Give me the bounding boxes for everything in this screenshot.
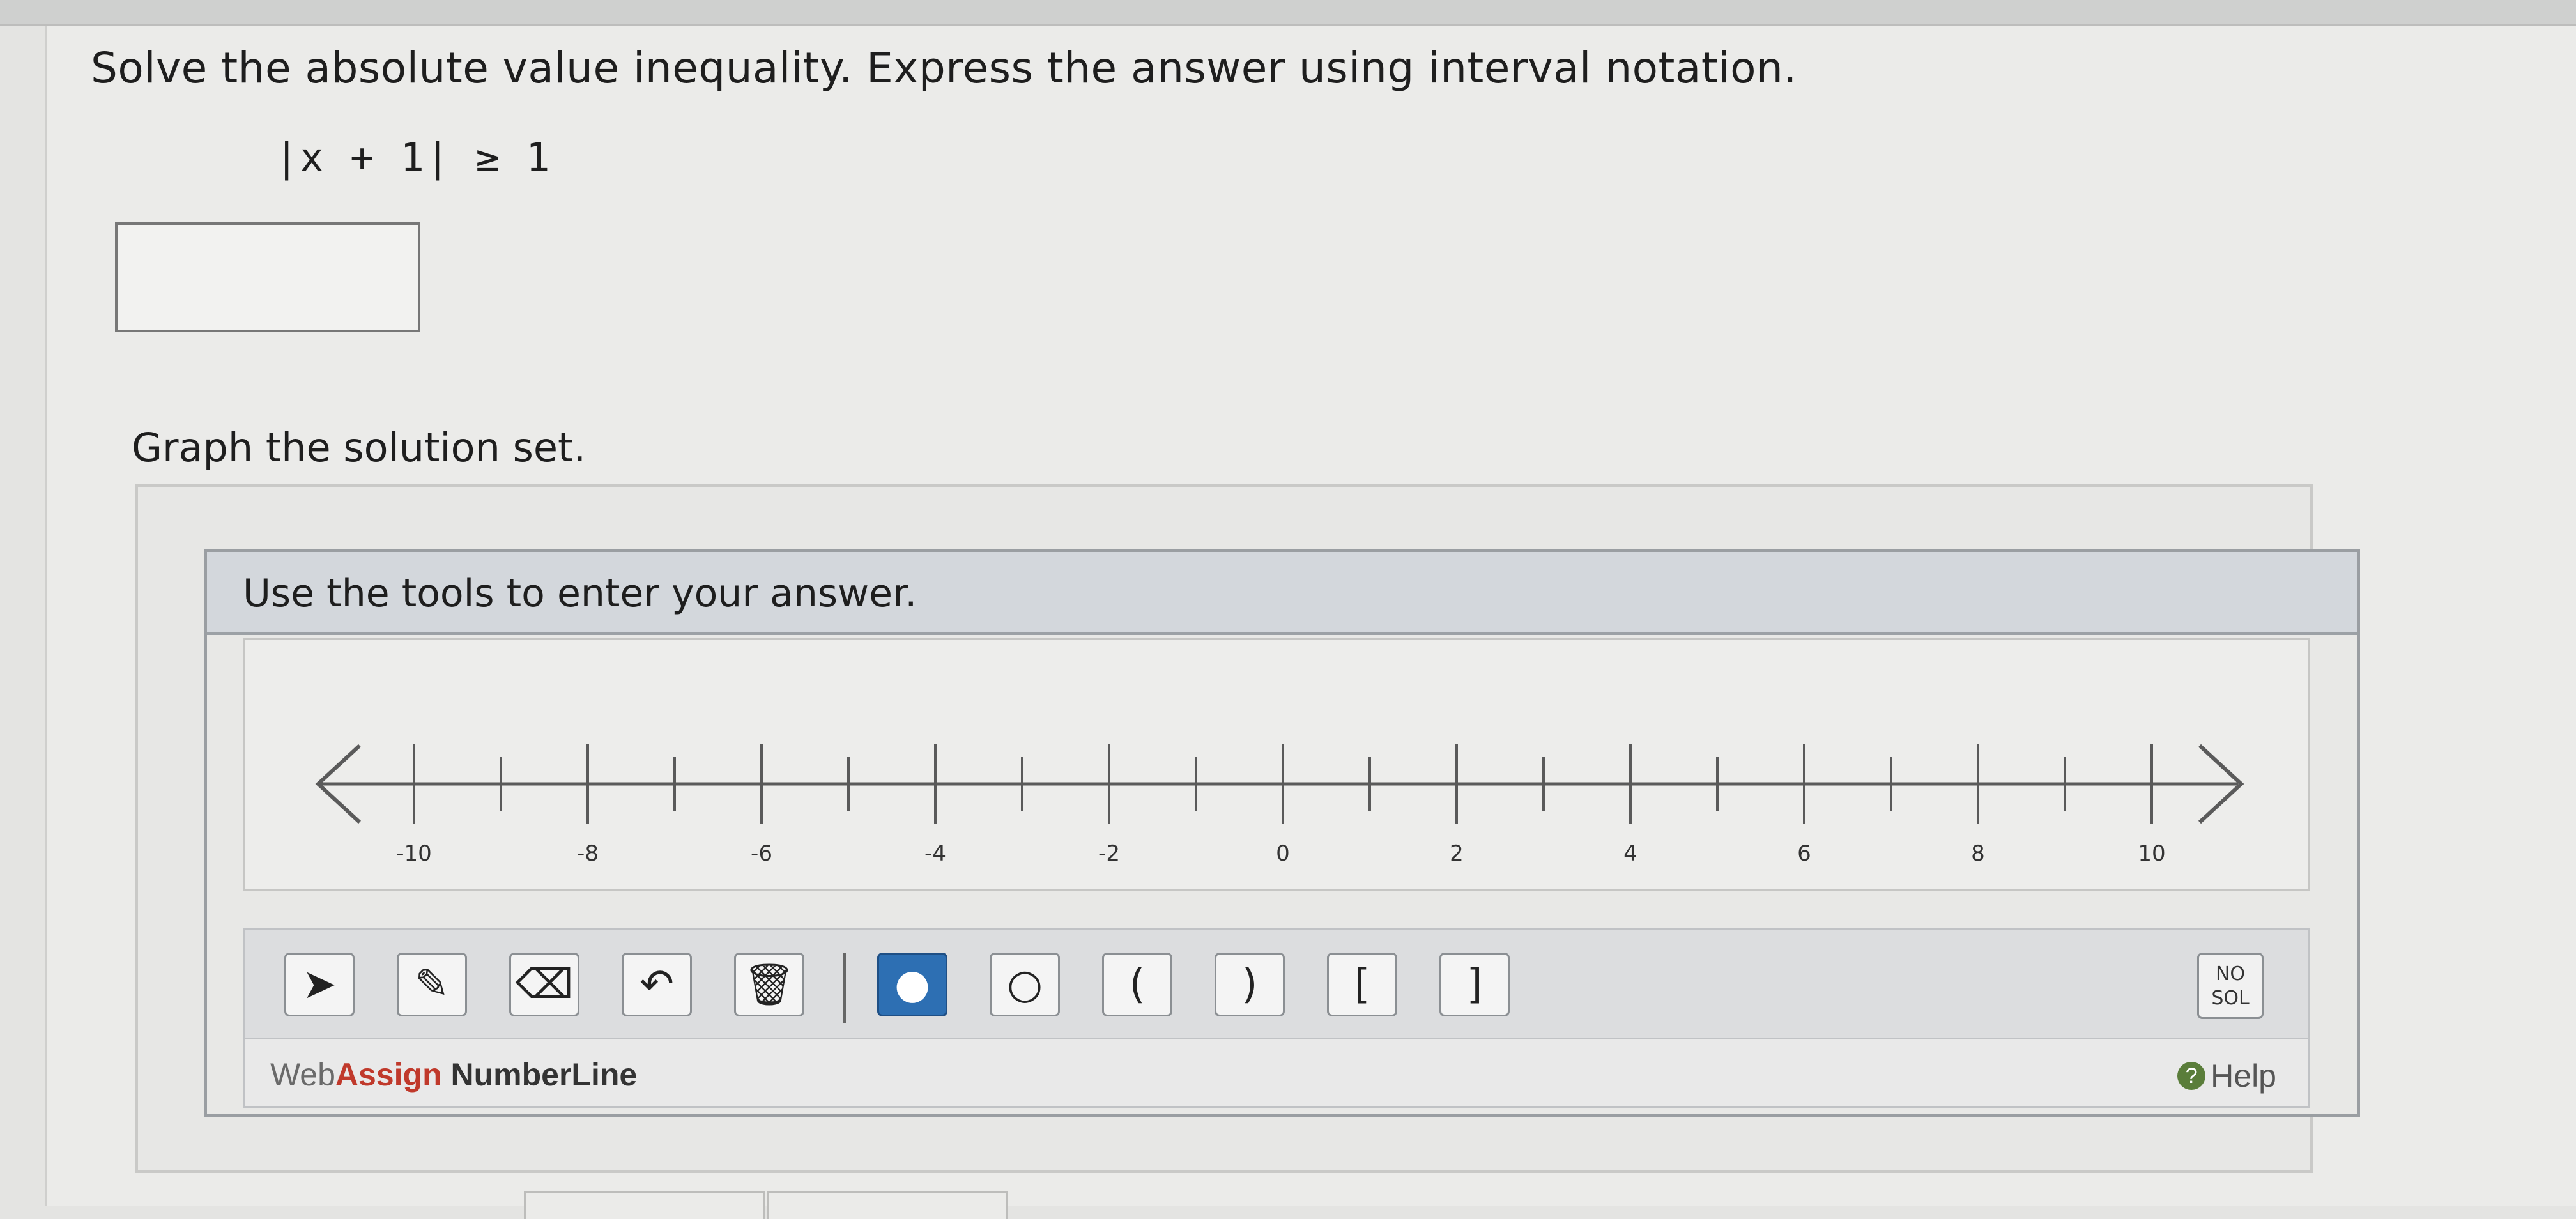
numberline-widget: Use the tools to enter your answer. -10-… — [204, 549, 2360, 1117]
open-circle-icon: ○ — [1007, 961, 1043, 1008]
tick-label: 2 — [1450, 841, 1464, 866]
pencil-icon: ✎ — [415, 961, 449, 1008]
inequality-expression: |x + 1| ≥ 1 — [275, 134, 551, 181]
open-left-paren-tool-button[interactable]: ( — [1102, 953, 1172, 1016]
tick-label: -10 — [396, 841, 432, 866]
undo-icon: ↶ — [640, 961, 674, 1008]
graph-instruction: Graph the solution set. — [132, 424, 586, 471]
browser-top-strip — [0, 0, 2576, 26]
no-solution-label-line2: SOL — [2211, 987, 2250, 1009]
no-solution-button[interactable]: NO SOL — [2197, 953, 2264, 1019]
select-tool-button[interactable]: ➤ — [284, 953, 355, 1016]
webassign-numberline-logo: WebAssign NumberLine — [270, 1057, 638, 1092]
right-bracket-icon: ] — [1466, 961, 1483, 1008]
interval-answer-input[interactable] — [115, 222, 420, 332]
closed-right-bracket-tool-button[interactable]: ] — [1439, 953, 1510, 1016]
closed-left-bracket-tool-button[interactable]: [ — [1327, 953, 1397, 1016]
left-bracket-icon: [ — [1354, 961, 1370, 1008]
bottom-button-right[interactable] — [767, 1191, 1008, 1219]
bottom-button-left[interactable] — [524, 1191, 765, 1219]
tick-label: -8 — [577, 841, 599, 866]
eraser-icon: ⌫ — [515, 961, 574, 1008]
help-icon: ? — [2177, 1062, 2206, 1090]
tick-label: 6 — [1797, 841, 1811, 866]
closed-point-tool-button[interactable]: ● — [877, 953, 947, 1016]
tick-label: -6 — [751, 841, 772, 866]
left-paren-icon: ( — [1129, 961, 1146, 1008]
erase-tool-button[interactable]: ⌫ — [509, 953, 579, 1016]
tool-palette: NO SOL ➤ ✎ ⌫ ↶ 🗑 ● ○ () [] — [243, 928, 2310, 1039]
tool-divider — [843, 953, 846, 1023]
tick-label: 8 — [1971, 841, 1985, 866]
widget-header: Use the tools to enter your answer. — [207, 552, 2358, 635]
tick-label: -2 — [1098, 841, 1120, 866]
open-point-tool-button[interactable]: ○ — [990, 953, 1060, 1016]
question-prompt: Solve the absolute value inequality. Exp… — [91, 43, 1797, 93]
arrow-pointer-icon: ➤ — [302, 961, 337, 1008]
right-paren-icon: ) — [1241, 961, 1258, 1008]
open-right-paren-tool-button[interactable]: ) — [1215, 953, 1285, 1016]
tick-label: 10 — [2138, 841, 2165, 866]
numberline-canvas[interactable]: -10 -8 -6 -4 -2 0 2 4 6 8 10 — [243, 638, 2310, 891]
widget-footer: WebAssign NumberLine ? Help — [243, 1038, 2310, 1108]
tick-label: -4 — [924, 841, 946, 866]
trash-icon: 🗑 — [743, 961, 795, 1009]
tick-label: 0 — [1276, 841, 1290, 866]
help-label: Help — [2211, 1058, 2276, 1094]
clear-tool-button[interactable]: 🗑 — [734, 953, 804, 1016]
numberline-svg[interactable]: -10 -8 -6 -4 -2 0 2 4 6 8 10 — [245, 640, 2308, 889]
no-solution-label-line1: NO — [2215, 963, 2246, 985]
tick-label: 4 — [1623, 841, 1637, 866]
undo-tool-button[interactable]: ↶ — [622, 953, 692, 1016]
draw-tool-button[interactable]: ✎ — [397, 953, 467, 1016]
filled-circle-icon: ● — [894, 961, 930, 1008]
help-link[interactable]: ? Help — [2177, 1057, 2276, 1094]
widget-instruction: Use the tools to enter your answer. — [243, 571, 917, 616]
